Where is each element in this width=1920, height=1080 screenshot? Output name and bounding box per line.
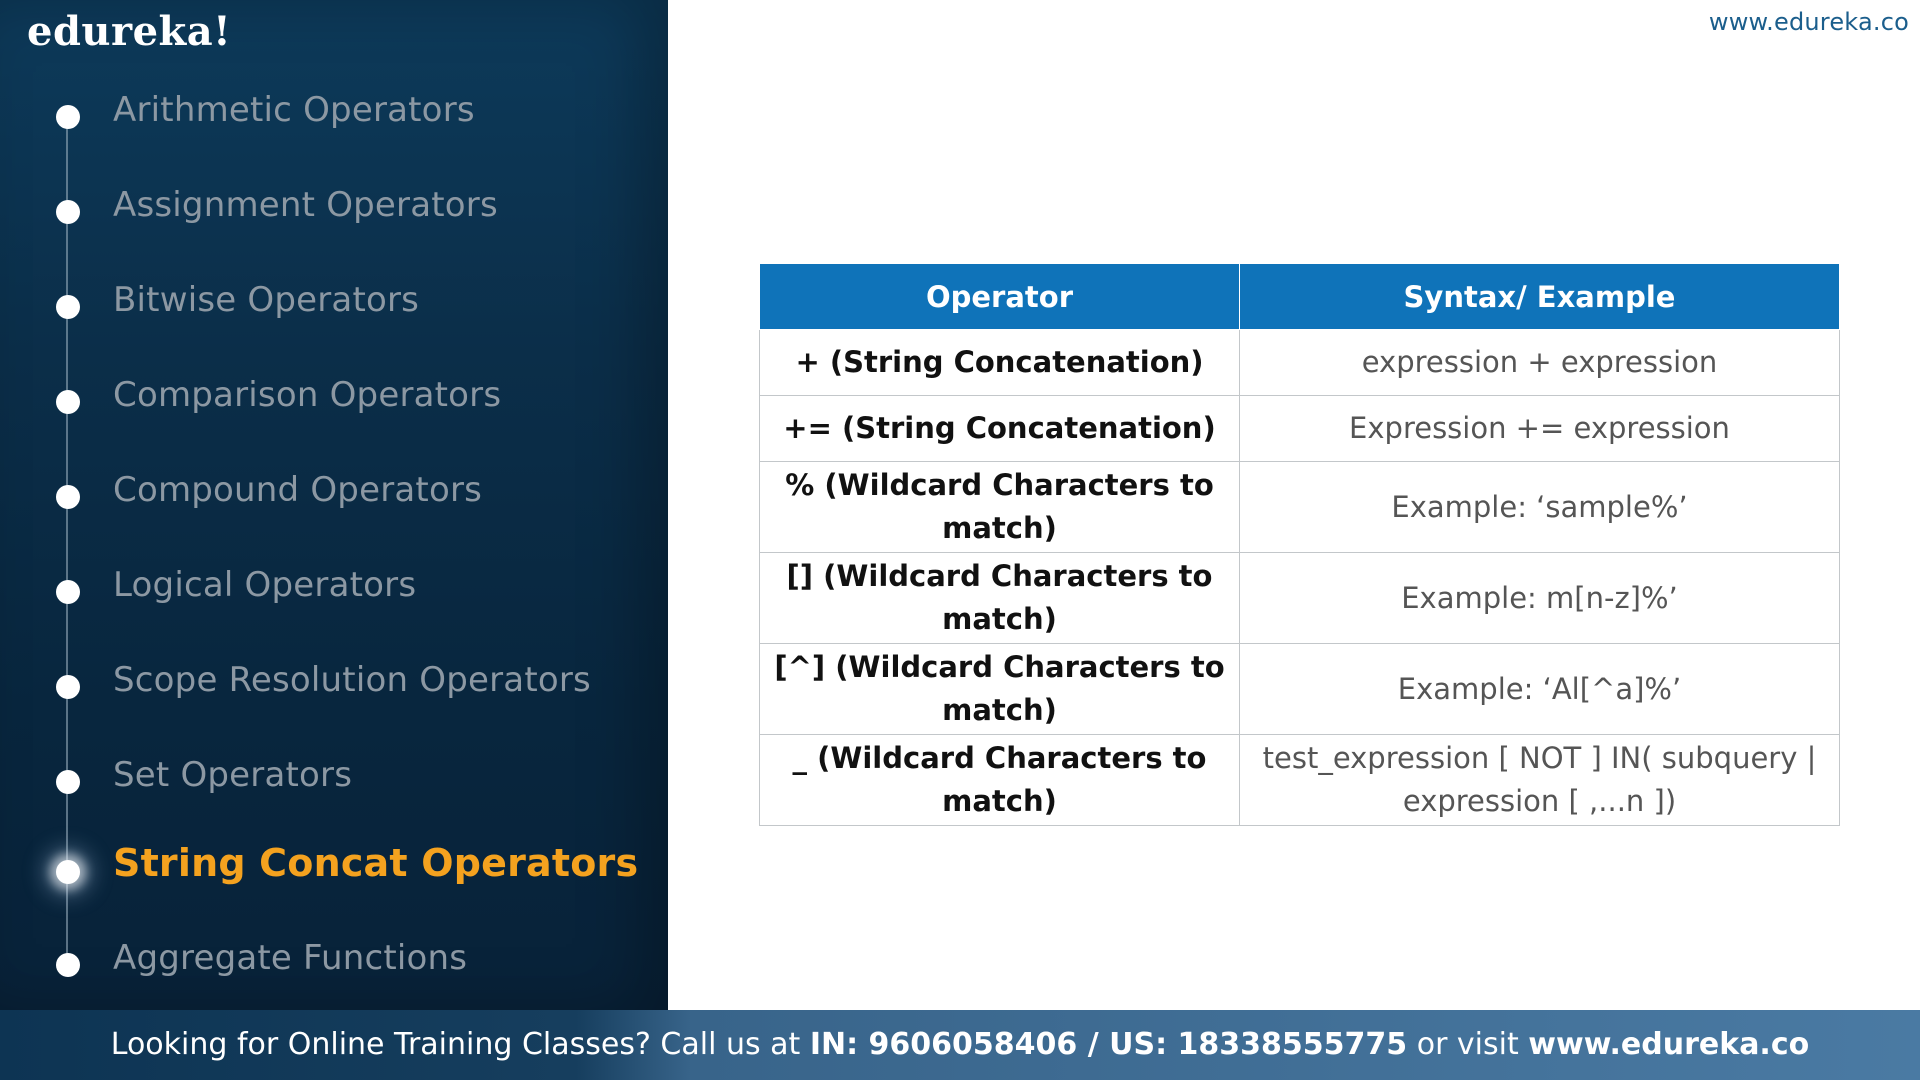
topic-label: Bitwise Operators — [113, 280, 420, 320]
operator-cell: + (String Concatenation) — [759, 329, 1240, 396]
footer-phone-numbers[interactable]: IN: 9606058406 / US: 18338555775 — [810, 1027, 1407, 1062]
operator-cell: % (Wildcard Characters to match) — [759, 461, 1240, 553]
topic-arithmetic-operators[interactable]: Arithmetic Operators — [0, 84, 668, 144]
table-row: [^] (Wildcard Characters to match) Examp… — [759, 643, 1840, 735]
active-bullet-dot-icon — [56, 860, 80, 884]
topic-set-operators[interactable]: Set Operators — [0, 749, 668, 809]
footer-middle: or visit — [1407, 1027, 1529, 1062]
table-header-row: Operator Syntax/ Example — [759, 263, 1840, 330]
topic-aggregate-functions[interactable]: Aggregate Functions — [0, 932, 668, 992]
bullet-dot-icon — [56, 200, 80, 224]
topic-assignment-operators[interactable]: Assignment Operators — [0, 179, 668, 239]
bullet-dot-icon — [56, 105, 80, 129]
operator-cell: += (String Concatenation) — [759, 395, 1240, 462]
footer-url-link[interactable]: www.edureka.co — [1528, 1027, 1809, 1062]
table-row: += (String Concatenation) Expression += … — [759, 395, 1840, 462]
bullet-dot-icon — [56, 295, 80, 319]
bullet-dot-icon — [56, 580, 80, 604]
header-operator: Operator — [759, 263, 1240, 330]
example-cell: Expression += expression — [1239, 395, 1840, 462]
header-syntax-example: Syntax/ Example — [1239, 263, 1840, 330]
topic-label: Logical Operators — [113, 565, 417, 605]
operator-cell: _ (Wildcard Characters to match) — [759, 734, 1240, 826]
table-row: [] (Wildcard Characters to match) Exampl… — [759, 552, 1840, 644]
topic-scope-resolution-operators[interactable]: Scope Resolution Operators — [0, 654, 668, 714]
example-cell: test_expression [ NOT ] IN( subquery | e… — [1239, 734, 1840, 826]
table-row: _ (Wildcard Characters to match) test_ex… — [759, 734, 1840, 826]
operator-cell: [^] (Wildcard Characters to match) — [759, 643, 1240, 735]
table-row: % (Wildcard Characters to match) Example… — [759, 461, 1840, 553]
topic-label: Comparison Operators — [113, 375, 502, 415]
topic-label: Set Operators — [113, 755, 353, 795]
topic-label: Arithmetic Operators — [113, 90, 475, 130]
example-cell: Example: ‘sample%’ — [1239, 461, 1840, 553]
topic-label: Aggregate Functions — [113, 938, 468, 978]
topic-logical-operators[interactable]: Logical Operators — [0, 559, 668, 619]
topic-label-active: String Concat Operators — [113, 841, 639, 885]
bullet-dot-icon — [56, 675, 80, 699]
footer-prefix: Looking for Online Training Classes? Cal… — [110, 1027, 810, 1062]
topic-bitwise-operators[interactable]: Bitwise Operators — [0, 274, 668, 334]
topic-string-concat-operators[interactable]: String Concat Operators — [0, 839, 668, 899]
topic-label: Assignment Operators — [113, 185, 498, 225]
example-cell: Example: ‘Al[^a]%’ — [1239, 643, 1840, 735]
topic-label: Compound Operators — [113, 470, 483, 510]
topic-label: Scope Resolution Operators — [113, 660, 591, 700]
topic-comparison-operators[interactable]: Comparison Operators — [0, 369, 668, 429]
contact-footer-banner: Looking for Online Training Classes? Cal… — [0, 1010, 1920, 1080]
bullet-dot-icon — [56, 770, 80, 794]
example-cell: expression + expression — [1239, 329, 1840, 396]
operator-cell: [] (Wildcard Characters to match) — [759, 552, 1240, 644]
bullet-dot-icon — [56, 485, 80, 509]
edureka-logo: edureka! — [27, 8, 232, 55]
operators-table: Operator Syntax/ Example + (String Conca… — [759, 263, 1840, 826]
bullet-dot-icon — [56, 390, 80, 414]
bullet-dot-icon — [56, 953, 80, 977]
site-url[interactable]: www.edureka.co — [1709, 8, 1909, 36]
table-row: + (String Concatenation) expression + ex… — [759, 329, 1840, 396]
topic-compound-operators[interactable]: Compound Operators — [0, 464, 668, 524]
example-cell: Example: m[n-z]%’ — [1239, 552, 1840, 644]
topics-sidebar: edureka! Arithmetic Operators Assignment… — [0, 0, 668, 1010]
